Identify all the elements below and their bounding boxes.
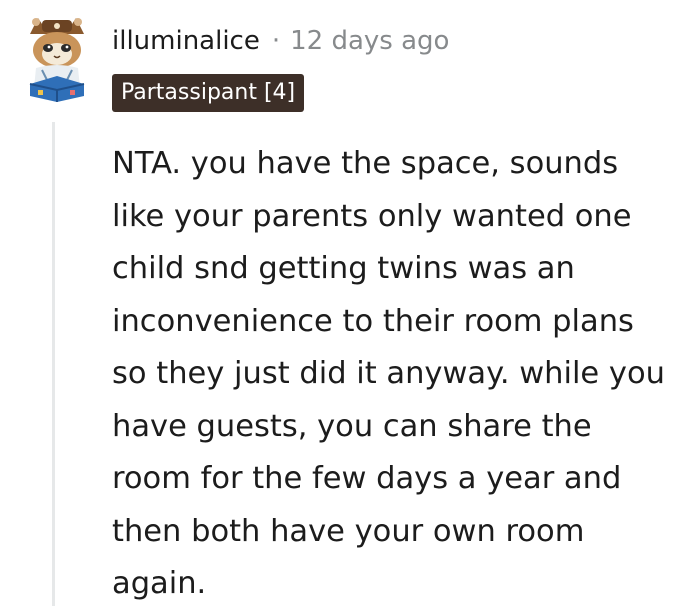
user-flair-badge: Partassipant [4] <box>112 74 305 112</box>
comment: illuminalice · 12 days ago Partassipant … <box>0 0 700 606</box>
comment-timestamp[interactable]: 12 days ago <box>290 24 449 58</box>
meta-separator: · <box>271 26 281 56</box>
comment-body: NTA. you have the space, sounds like you… <box>112 146 665 601</box>
username-link[interactable]: illuminalice <box>112 24 260 58</box>
thread-collapse-line[interactable] <box>52 122 55 606</box>
cat-avatar-icon <box>29 18 85 102</box>
user-avatar[interactable] <box>20 14 94 102</box>
comment-header: illuminalice · 12 days ago <box>112 24 449 58</box>
